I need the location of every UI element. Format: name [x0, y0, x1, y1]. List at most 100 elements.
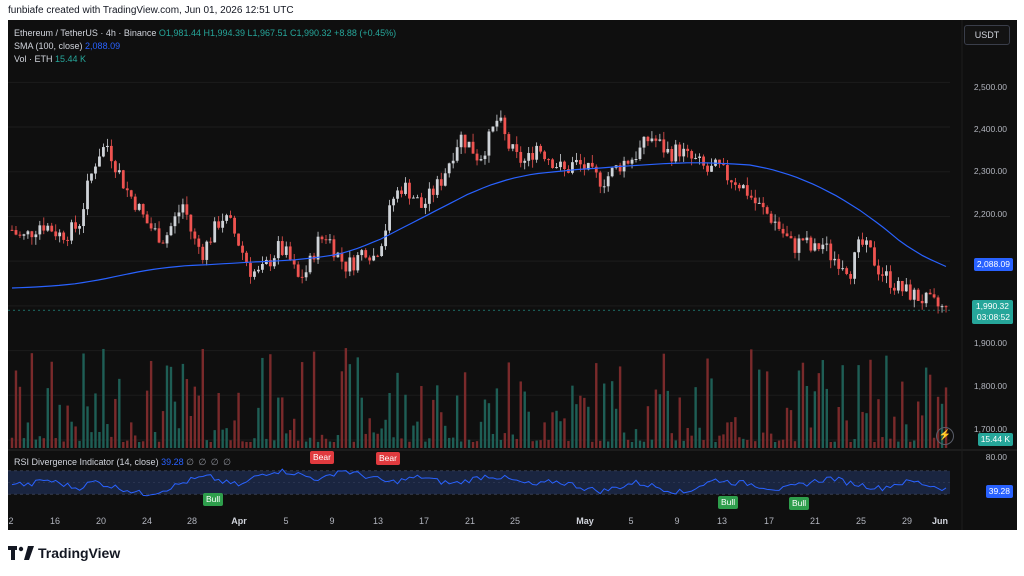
- chart-canvas[interactable]: Ethereum / TetherUS · 4h · Binance O1,98…: [8, 20, 1017, 530]
- volume-bar: [356, 357, 359, 448]
- candle-body: [94, 166, 97, 174]
- volume-bar: [416, 421, 419, 448]
- time-axis-label: 25: [509, 516, 521, 526]
- volume-bar: [575, 404, 578, 448]
- legend-sma-label: SMA (100, close): [14, 41, 83, 51]
- candle-body: [46, 225, 50, 231]
- volume-bar: [726, 422, 729, 448]
- volume-bar: [54, 438, 57, 448]
- volume-bar: [491, 433, 495, 448]
- volume-bar: [551, 412, 554, 448]
- volume-bar: [618, 366, 622, 448]
- rsi-bull-signal: Bull: [203, 493, 224, 506]
- candle-body: [821, 244, 825, 250]
- volume-bar: [698, 427, 701, 448]
- candle-body: [499, 117, 503, 121]
- volume-bar: [189, 415, 193, 448]
- volume-bar: [825, 388, 828, 448]
- volume-bar: [209, 441, 212, 448]
- volume-bar: [412, 425, 415, 448]
- currency-button[interactable]: USDT: [964, 25, 1010, 45]
- candle-body: [932, 294, 936, 298]
- candle-body: [813, 243, 817, 251]
- alert-bolt-icon[interactable]: ⚡: [936, 427, 954, 445]
- legend-sma-row[interactable]: SMA (100, close) 2,088.09: [14, 40, 396, 53]
- volume-bar: [400, 438, 403, 448]
- candle-body: [18, 234, 22, 236]
- candle-body: [459, 134, 463, 148]
- candle-body: [777, 221, 781, 229]
- volume-bar: [237, 392, 240, 448]
- volume-bar: [885, 355, 888, 448]
- candle-body: [869, 240, 872, 248]
- volume-bar: [769, 433, 773, 448]
- candle-body: [698, 156, 702, 158]
- candle-body: [944, 306, 948, 308]
- volume-bar: [78, 440, 81, 448]
- candle-body: [733, 182, 737, 185]
- volume-bar: [765, 371, 769, 448]
- volume-bar: [114, 398, 117, 448]
- volume-bar: [690, 435, 693, 448]
- volume-bar: [18, 386, 22, 448]
- volume-bar: [404, 394, 407, 448]
- volume-bar: [674, 440, 677, 448]
- volume-bar: [758, 369, 761, 448]
- legend-vol-row[interactable]: Vol · ETH 15.44 K: [14, 53, 396, 66]
- candle-body: [650, 138, 654, 142]
- tradingview-brand[interactable]: TradingView: [8, 545, 120, 561]
- legend-symbol[interactable]: Ethereum / TetherUS · 4h · Binance: [14, 28, 156, 38]
- volume-bar: [829, 441, 832, 448]
- candle-body: [217, 221, 221, 228]
- volume-bar: [515, 438, 518, 448]
- volume-bar: [320, 434, 324, 448]
- countdown-tag: 03:08:52: [973, 311, 1013, 324]
- volume-bar: [666, 390, 670, 448]
- candle-body: [741, 185, 745, 189]
- volume-bar: [126, 440, 129, 448]
- price-chart-svg[interactable]: [8, 20, 1017, 530]
- volume-bar: [102, 348, 105, 448]
- chart-credit: funbiafe created with TradingView.com, J…: [8, 5, 294, 16]
- candle-body: [205, 241, 209, 260]
- volume-bar: [567, 441, 570, 448]
- candle-body: [102, 147, 105, 157]
- volume-bar: [781, 439, 785, 448]
- time-axis-label: May: [576, 516, 594, 526]
- candle-body: [706, 165, 709, 172]
- candle-body: [113, 161, 117, 173]
- candle-body: [892, 287, 896, 291]
- price-axis-label: 1,900.00: [973, 338, 1007, 348]
- time-axis-label: 24: [141, 516, 153, 526]
- volume-bar: [459, 441, 463, 448]
- candle-body: [833, 258, 837, 261]
- candle-body: [352, 257, 356, 271]
- volume-bar: [817, 373, 821, 448]
- candle-body: [368, 257, 372, 261]
- candle-body: [435, 179, 439, 195]
- volume-bar: [364, 433, 367, 448]
- volume-bar: [734, 417, 737, 448]
- volume-bar: [845, 420, 848, 448]
- volume-bar: [928, 374, 932, 448]
- candle-body: [781, 228, 785, 234]
- volume-bar: [861, 411, 864, 448]
- candle-body: [225, 215, 229, 221]
- brand-name: TradingView: [38, 545, 121, 561]
- candle-body: [348, 257, 352, 272]
- candle-body: [769, 213, 773, 223]
- candle-body: [209, 241, 213, 243]
- candle-body: [785, 233, 789, 237]
- rsi-legend[interactable]: RSI Divergence Indicator (14, close) 39.…: [14, 457, 232, 468]
- candle-body: [30, 231, 34, 238]
- volume-bar: [50, 361, 53, 448]
- volume-bar: [813, 391, 817, 448]
- candle-body: [594, 166, 598, 173]
- volume-bar: [94, 393, 97, 448]
- volume-bar: [360, 397, 363, 448]
- legend-vol-value: 15.44 K: [55, 54, 87, 64]
- volume-bar: [149, 360, 153, 448]
- candle-body: [42, 225, 46, 231]
- time-axis-label: 2: [8, 516, 14, 526]
- volume-bar: [165, 365, 169, 448]
